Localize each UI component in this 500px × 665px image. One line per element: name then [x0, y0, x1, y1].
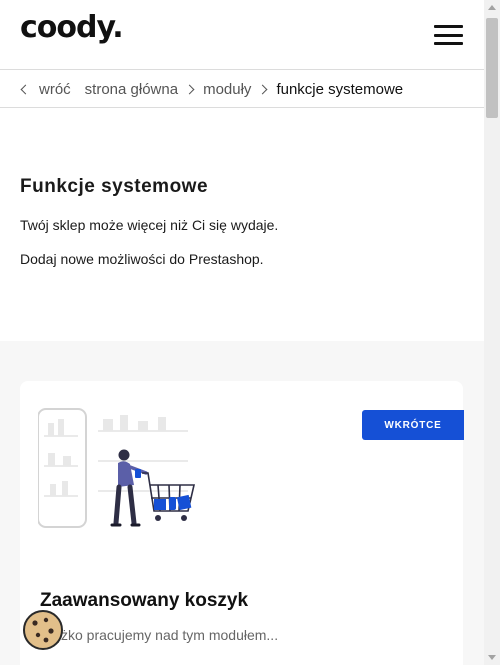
scroll-down-arrow-icon[interactable]	[488, 655, 496, 660]
module-card[interactable]: WKRÓTCE Zaawansowany koszyk Ciężko pracu…	[20, 381, 464, 665]
breadcrumb-item-home[interactable]: strona główna	[85, 81, 178, 98]
breadcrumb: wróć strona główna moduły funkcje system…	[0, 71, 484, 108]
breadcrumb-item-modules[interactable]: moduły	[203, 81, 251, 98]
status-badge: WKRÓTCE	[362, 410, 464, 440]
breadcrumb-item-current: funkcje systemowe	[276, 80, 404, 98]
site-header: coody.	[0, 0, 484, 70]
intro-line-2: Dodaj nowe możliwości do Prestashop.	[20, 251, 264, 267]
chevron-left-icon	[20, 84, 31, 94]
chevron-right-icon	[184, 84, 195, 94]
hamburger-menu-icon[interactable]	[434, 25, 464, 47]
modules-list: WKRÓTCE Zaawansowany koszyk Ciężko pracu…	[0, 341, 484, 665]
chevron-right-icon	[257, 84, 268, 94]
breadcrumb-back-link[interactable]: wróć	[39, 81, 71, 98]
module-title[interactable]: Zaawansowany koszyk	[40, 590, 248, 612]
shopping-cart-illustration	[38, 408, 196, 528]
scroll-up-arrow-icon[interactable]	[488, 5, 496, 10]
intro-line-1: Twój sklep może więcej niż Ci się wydaje…	[20, 217, 279, 233]
module-description: Ciężko pracujemy nad tym modułem...	[40, 627, 279, 643]
scrollbar-thumb[interactable]	[486, 18, 498, 118]
cookie-icon[interactable]	[22, 609, 64, 651]
scrollbar[interactable]	[484, 0, 500, 665]
intro-section: Funkcje systemowe Twój sklep może więcej…	[0, 109, 484, 341]
logo[interactable]: coody.	[20, 10, 124, 45]
page-title: Funkcje systemowe	[20, 176, 209, 197]
